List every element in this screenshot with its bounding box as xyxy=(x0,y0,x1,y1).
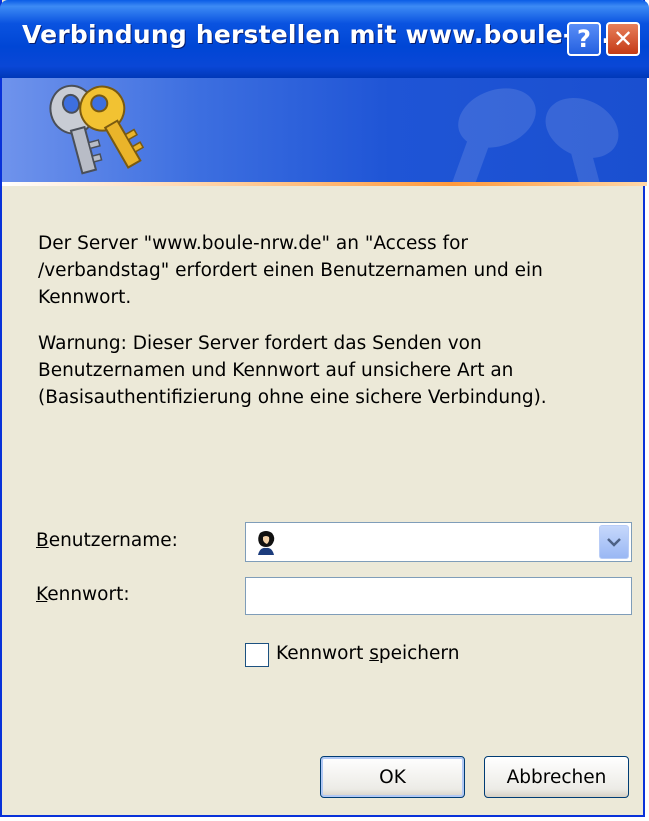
username-label: Benutzername: xyxy=(36,530,178,551)
server-message: Der Server "www.boule-nrw.de" an "Access… xyxy=(38,233,543,308)
help-icon: ? xyxy=(577,25,591,53)
password-label: Kennwort: xyxy=(36,584,130,605)
keys-icon xyxy=(49,84,145,175)
title-bar[interactable]: Verbindung herstellen mit www.boule-n...… xyxy=(0,0,649,78)
help-button[interactable]: ? xyxy=(567,22,601,56)
cancel-button[interactable]: Abbrechen xyxy=(484,756,629,798)
remember-password-checkbox[interactable] xyxy=(245,643,269,667)
security-warning: Warnung: Dieser Server fordert das Sende… xyxy=(38,333,547,408)
close-icon: ✕ xyxy=(612,25,634,53)
username-combobox[interactable] xyxy=(245,522,632,562)
user-icon xyxy=(258,531,275,555)
ok-button[interactable]: OK xyxy=(320,756,465,798)
window-title: Verbindung herstellen mit www.boule-n... xyxy=(22,20,621,49)
remember-password-label[interactable]: Kennwort speichern xyxy=(276,643,459,664)
banner-accent-line xyxy=(2,182,647,186)
close-button[interactable]: ✕ xyxy=(606,22,640,56)
header-banner xyxy=(2,78,647,186)
password-input[interactable] xyxy=(245,577,632,615)
chevron-down-icon xyxy=(607,538,621,547)
username-dropdown-button[interactable] xyxy=(599,525,629,559)
